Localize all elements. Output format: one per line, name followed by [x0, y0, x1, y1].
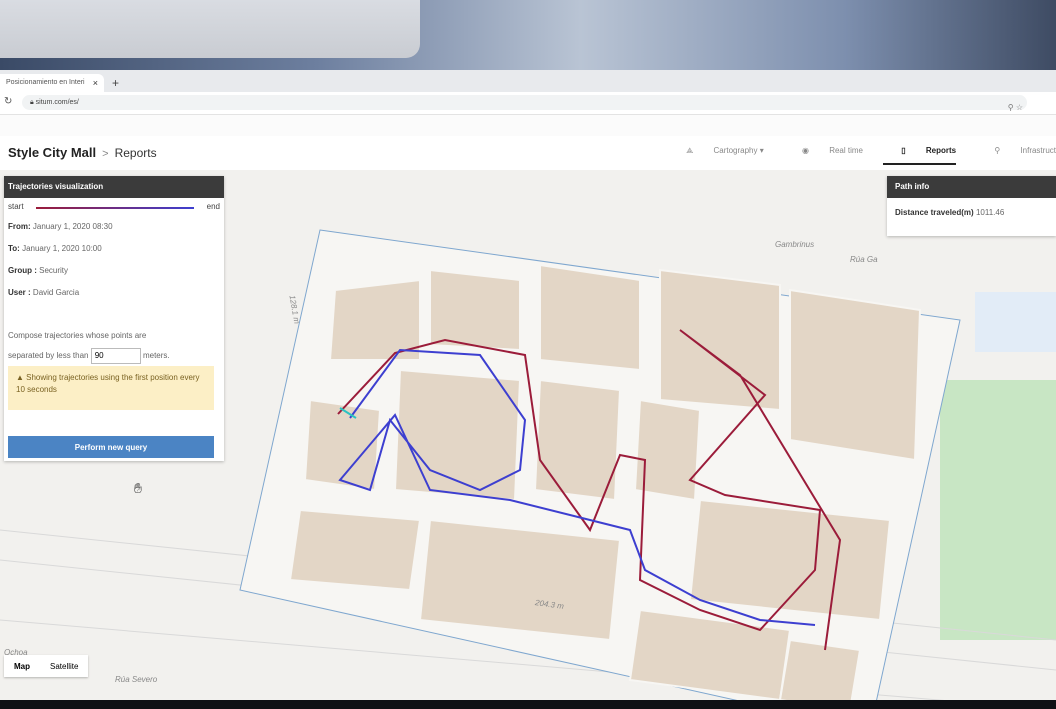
- satellite-button[interactable]: Satellite: [40, 655, 89, 677]
- nav-cartography[interactable]: ⟁ Cartography ▾: [668, 146, 764, 155]
- path-info-panel: Path info Distance traveled(m) 1011.46: [887, 176, 1056, 236]
- bottom-bezel: [0, 700, 1056, 709]
- zoom-icon[interactable]: ⚲ ☆: [1008, 100, 1023, 115]
- trajectories-panel: Trajectories visualization start end Fro…: [4, 176, 224, 461]
- url-text: situm.com/es/: [35, 99, 79, 106]
- realtime-icon: ◉: [802, 146, 812, 155]
- breadcrumb-separator: >: [102, 148, 109, 160]
- user-row: User : David Garcia: [8, 288, 80, 297]
- street-label: Rúa Severo: [115, 675, 158, 684]
- path-info-title: Path info: [887, 176, 1056, 198]
- map-type-toggle: Map Satellite: [4, 655, 89, 677]
- address-bar[interactable]: 🔒︎ situm.com/es/ ⚲ ☆: [22, 95, 1027, 112]
- browser-tab[interactable]: Posicionamiento en Interi ×: [0, 74, 104, 92]
- breadcrumb: Style City Mall > Reports: [8, 145, 157, 160]
- street-label: Gambrinus: [775, 240, 815, 249]
- reports-icon: ▯: [901, 146, 908, 155]
- to-row: To: January 1, 2020 10:00: [8, 244, 102, 253]
- from-row: From: January 1, 2020 08:30: [8, 222, 113, 231]
- infrastructure-icon: ⚲: [994, 146, 1003, 155]
- app-header: Style City Mall > Reports ⟁ Cartography ▾ …: [0, 136, 1056, 171]
- perform-query-button[interactable]: Perform new query: [8, 436, 214, 458]
- nav-infrastructure[interactable]: ⚲ Infrastruct: [976, 146, 1056, 155]
- distance-row: Distance traveled(m) 1011.46: [895, 208, 1005, 217]
- reload-icon[interactable]: ↻: [4, 96, 12, 107]
- trajectory-legend: start end: [8, 202, 220, 214]
- legend-start: start: [8, 202, 24, 211]
- info-alert: ▲ Showing trajectories using the first p…: [8, 366, 214, 410]
- close-icon[interactable]: ×: [93, 74, 98, 92]
- hand-cursor-icon: ✋︎: [134, 480, 142, 496]
- compose-setting: Compose trajectories whose points are se…: [8, 326, 220, 366]
- browser-tab-strip: Posicionamiento en Interi × +: [0, 70, 1056, 92]
- nav-realtime[interactable]: ◉ Real time: [784, 146, 863, 155]
- street-label: Rúa Ga: [850, 255, 878, 264]
- laptop-edge: [0, 0, 420, 58]
- warning-icon: ▲: [16, 373, 27, 382]
- legend-end: end: [206, 202, 220, 211]
- distance-threshold-input[interactable]: [90, 347, 141, 364]
- map-button[interactable]: Map: [4, 655, 40, 677]
- new-tab-icon[interactable]: +: [112, 74, 119, 92]
- top-nav: ⟁ Cartography ▾ ◉ Real time ▯ Reports ⚲ …: [650, 146, 1056, 165]
- layers-icon: ⟁: [686, 146, 696, 155]
- panel-title: Trajectories visualization: [4, 176, 224, 198]
- browser-screen: Posicionamiento en Interi × + ↻ 🔒︎ situm…: [0, 70, 1056, 700]
- venue-name[interactable]: Style City Mall: [8, 145, 96, 160]
- group-row: Group : Security: [8, 266, 69, 275]
- tab-title: Posicionamiento en Interi: [6, 79, 85, 86]
- nav-reports[interactable]: ▯ Reports: [883, 146, 957, 165]
- address-bar-row: ↻ 🔒︎ situm.com/es/ ⚲ ☆: [0, 92, 1056, 115]
- page-title: Reports: [114, 146, 157, 160]
- legend-gradient: [36, 207, 194, 209]
